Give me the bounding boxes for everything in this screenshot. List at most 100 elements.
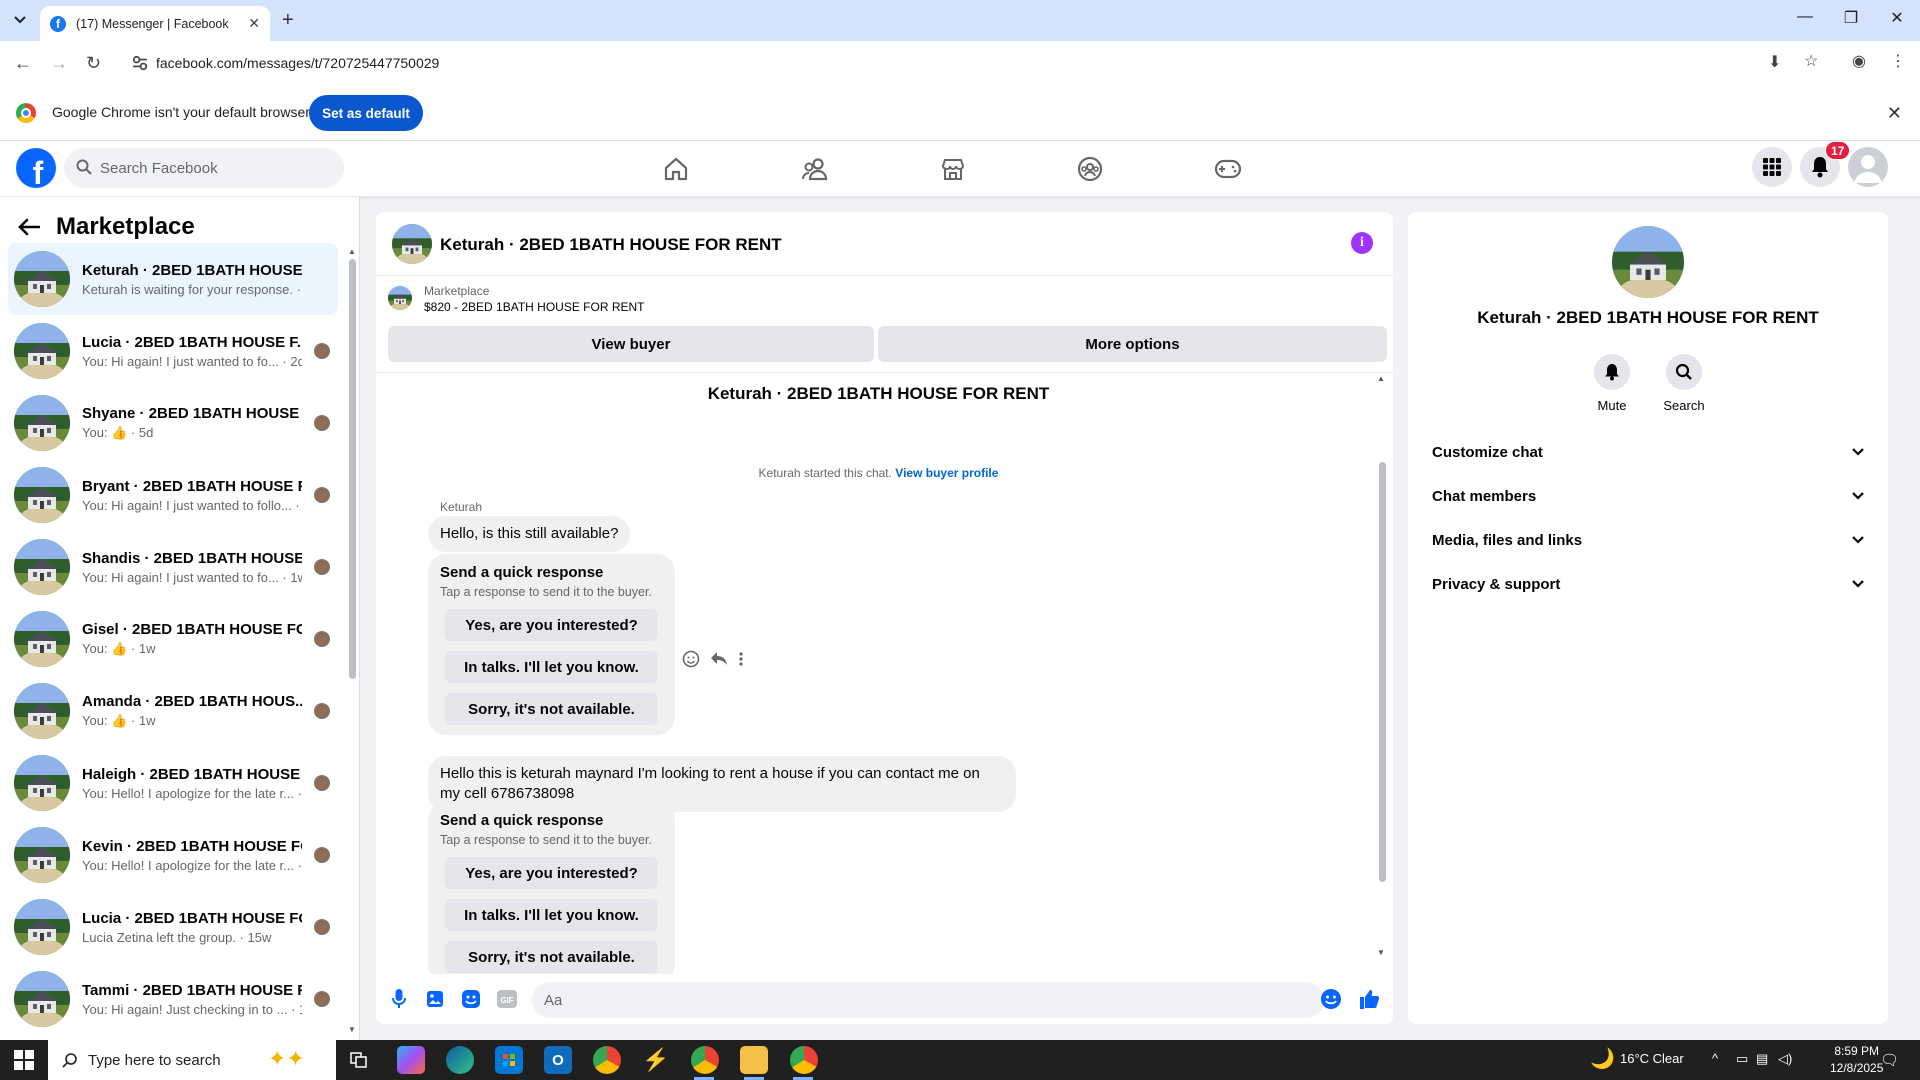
store-icon[interactable] bbox=[495, 1046, 523, 1074]
chat-avatar[interactable] bbox=[392, 224, 432, 264]
close-window-button[interactable]: ✕ bbox=[1874, 8, 1920, 28]
conversation-item[interactable]: Lucia · 2BED 1BATH HOUSE FOR ... Lucia Ze… bbox=[8, 891, 338, 963]
meet-now-icon[interactable]: ▭ bbox=[1736, 1051, 1748, 1067]
scrollbar[interactable] bbox=[349, 259, 356, 679]
chrome-profile-icon[interactable] bbox=[691, 1046, 719, 1074]
conversation-item[interactable]: Amanda · 2BED 1BATH HOUS... You: 👍 · 1w bbox=[8, 675, 338, 747]
media-files-links-section[interactable]: Media, files and links bbox=[1424, 518, 1872, 562]
url-field[interactable]: facebook.com/messages/t/720725447750029 bbox=[124, 47, 1834, 79]
conversation-item[interactable]: Lucia · 2BED 1BATH HOUSE F... You: Hi aga… bbox=[8, 315, 338, 387]
site-settings-icon[interactable] bbox=[132, 55, 148, 71]
page-scrollbar[interactable] bbox=[1904, 200, 1912, 1030]
scrollbar[interactable] bbox=[1379, 462, 1386, 882]
thumbs-up-icon[interactable] bbox=[1358, 988, 1380, 1010]
bookmark-star-icon[interactable]: ☆ bbox=[1804, 51, 1818, 71]
task-view-icon[interactable] bbox=[345, 1046, 373, 1074]
tray-expand-icon[interactable]: ^ bbox=[1712, 1051, 1718, 1066]
view-buyer-profile-link[interactable]: View buyer profile bbox=[895, 466, 998, 480]
search-action[interactable]: Search bbox=[1654, 354, 1714, 413]
back-icon[interactable]: ← bbox=[14, 53, 32, 74]
reload-icon[interactable]: ↻ bbox=[86, 53, 101, 74]
message-bubble[interactable]: Hello, is this still available? bbox=[428, 516, 631, 552]
account-avatar[interactable] bbox=[1848, 147, 1888, 187]
quick-response-option[interactable]: Yes, are you interested? bbox=[445, 857, 658, 889]
scroll-down-arrow[interactable]: ▼ bbox=[1377, 948, 1385, 957]
view-buyer-button[interactable]: View buyer bbox=[388, 326, 874, 362]
conversation-item[interactable]: Tammi · 2BED 1BATH HOUSE FO... You: Hi ag… bbox=[8, 963, 338, 1035]
scroll-up-arrow[interactable]: ▲ bbox=[348, 247, 356, 256]
weather-icon[interactable]: 🌙 bbox=[1590, 1046, 1615, 1071]
taskbar-search-input[interactable]: Type here to search ✦✦ bbox=[48, 1040, 336, 1080]
conversation-item[interactable]: Bryant · 2BED 1BATH HOUSE FO... You: Hi a… bbox=[8, 459, 338, 531]
reply-icon[interactable] bbox=[710, 651, 728, 667]
groups-nav-icon[interactable] bbox=[1070, 153, 1110, 185]
conversation-avatar bbox=[14, 755, 70, 811]
chrome-icon[interactable] bbox=[593, 1046, 621, 1074]
buyer-mini-avatar bbox=[314, 847, 330, 863]
conversation-item[interactable]: Keturah · 2BED 1BATH HOUSE F... Keturah i… bbox=[8, 243, 338, 315]
conversation-info-icon[interactable]: i bbox=[1351, 232, 1373, 254]
home-nav-icon[interactable] bbox=[656, 153, 696, 185]
close-infobar-icon[interactable]: ✕ bbox=[1887, 103, 1902, 124]
more-options-button[interactable]: More options bbox=[878, 326, 1387, 362]
contact-avatar[interactable] bbox=[1612, 226, 1684, 298]
facebook-logo-icon[interactable]: f bbox=[16, 148, 56, 188]
browser-tab[interactable]: f (17) Messenger | Facebook ✕ bbox=[40, 6, 270, 41]
new-tab-button[interactable]: + bbox=[282, 9, 294, 32]
conversation-item[interactable]: Haleigh · 2BED 1BATH HOUSE F... You: Hell… bbox=[8, 747, 338, 819]
scroll-down-arrow[interactable]: ▼ bbox=[348, 1025, 356, 1034]
gif-icon[interactable]: GIF bbox=[496, 988, 518, 1010]
chrome-menu-icon[interactable]: ⋮ bbox=[1890, 51, 1906, 71]
forward-icon[interactable]: → bbox=[50, 53, 68, 74]
quick-response-option[interactable]: In talks. I'll let you know. bbox=[445, 651, 658, 683]
conversation-item[interactable]: Gisel · 2BED 1BATH HOUSE FO... You: 👍 · 1… bbox=[8, 603, 338, 675]
scroll-up-arrow[interactable]: ▲ bbox=[1377, 374, 1385, 383]
microphone-icon[interactable] bbox=[388, 988, 410, 1010]
conversation-item[interactable]: Shyane · 2BED 1BATH HOUSE ... You: 👍 · 5d bbox=[8, 387, 338, 459]
emoji-icon[interactable] bbox=[1320, 988, 1342, 1010]
file-explorer-icon[interactable] bbox=[740, 1046, 768, 1074]
quick-response-option[interactable]: Sorry, it's not available. bbox=[445, 941, 658, 973]
profile-icon[interactable]: ◉ bbox=[1852, 51, 1866, 71]
conversation-item[interactable]: Kevin · 2BED 1BATH HOUSE FOR... You: Hell… bbox=[8, 819, 338, 891]
quick-response-option[interactable]: Sorry, it's not available. bbox=[445, 693, 658, 725]
system-clock[interactable]: 8:59 PM 12/8/2025 bbox=[1830, 1043, 1883, 1077]
menu-grid-button[interactable] bbox=[1752, 147, 1792, 187]
privacy-support-section[interactable]: Privacy & support bbox=[1424, 562, 1872, 606]
quick-response-option[interactable]: In talks. I'll let you know. bbox=[445, 899, 658, 931]
set-as-default-button[interactable]: Set as default bbox=[309, 95, 423, 131]
close-tab-icon[interactable]: ✕ bbox=[248, 15, 260, 32]
message-input[interactable]: Aa bbox=[532, 982, 1324, 1018]
chrome-active-icon[interactable] bbox=[790, 1046, 818, 1074]
volume-icon[interactable]: ◁) bbox=[1778, 1051, 1792, 1067]
edge-icon[interactable] bbox=[446, 1046, 474, 1074]
more-vertical-icon[interactable] bbox=[738, 651, 744, 667]
taskbar-search-placeholder: Type here to search bbox=[88, 1051, 221, 1069]
marketplace-nav-icon[interactable] bbox=[933, 153, 973, 185]
conversation-item[interactable]: Shandis · 2BED 1BATH HOUSE... You: Hi aga… bbox=[8, 531, 338, 603]
install-app-icon[interactable]: ⬇ bbox=[1768, 52, 1781, 72]
chat-members-section[interactable]: Chat members bbox=[1424, 474, 1872, 518]
chat-title[interactable]: Keturah · 2BED 1BATH HOUSE FOR RENT bbox=[440, 235, 782, 255]
tab-search-button[interactable] bbox=[8, 8, 32, 32]
sticker-icon[interactable] bbox=[460, 988, 482, 1010]
windows-start-button[interactable] bbox=[14, 1050, 34, 1073]
react-emoji-icon[interactable] bbox=[682, 650, 700, 668]
friends-nav-icon[interactable] bbox=[795, 153, 835, 185]
marketplace-chat-list: Marketplace Keturah · 2BED 1BATH HOUSE F… bbox=[0, 197, 360, 1040]
restore-button[interactable]: ❐ bbox=[1828, 8, 1874, 28]
back-arrow-icon[interactable] bbox=[18, 218, 40, 236]
gaming-nav-icon[interactable] bbox=[1208, 153, 1248, 185]
minimize-button[interactable]: — bbox=[1782, 8, 1828, 26]
outlook-icon[interactable]: O bbox=[544, 1046, 572, 1074]
weather-text[interactable]: 16°C Clear bbox=[1620, 1051, 1684, 1066]
customize-chat-section[interactable]: Customize chat bbox=[1424, 430, 1872, 474]
power-automate-icon[interactable]: ⚡ bbox=[642, 1046, 670, 1074]
quick-response-option[interactable]: Yes, are you interested? bbox=[445, 609, 658, 641]
notification-center-icon[interactable]: 🗨 bbox=[1880, 1051, 1899, 1069]
facebook-search-input[interactable]: Search Facebook bbox=[64, 148, 344, 188]
photo-icon[interactable] bbox=[424, 988, 446, 1010]
copilot-icon[interactable] bbox=[397, 1046, 425, 1074]
mute-action[interactable]: Mute bbox=[1582, 354, 1642, 413]
network-icon[interactable]: ▤ bbox=[1756, 1051, 1768, 1067]
